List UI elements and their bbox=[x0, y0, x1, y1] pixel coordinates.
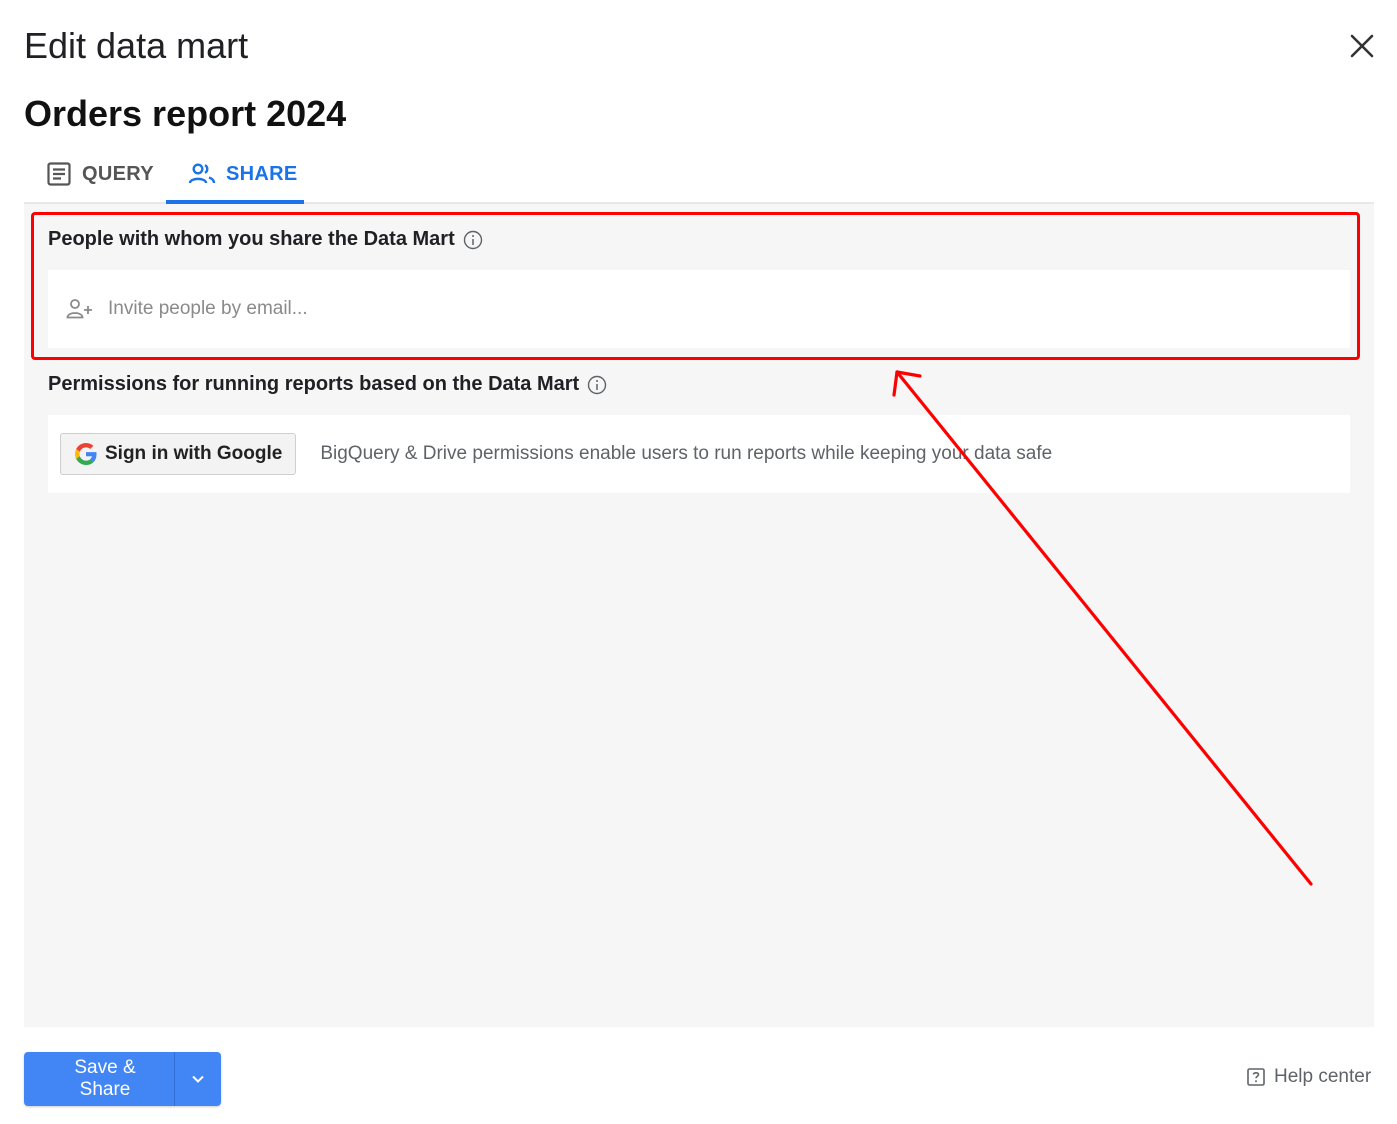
help-center-link[interactable]: Help center bbox=[1246, 1066, 1371, 1088]
sign-in-label: Sign in with Google bbox=[105, 443, 283, 464]
info-icon[interactable] bbox=[463, 230, 483, 250]
chevron-down-icon bbox=[192, 1075, 204, 1083]
info-icon[interactable] bbox=[587, 375, 607, 395]
tab-share[interactable]: SHARE bbox=[166, 148, 304, 204]
tab-share-label: SHARE bbox=[226, 162, 298, 185]
permissions-section-heading: Permissions for running reports based on… bbox=[48, 373, 607, 396]
people-icon bbox=[188, 163, 216, 184]
dialog-title: Edit data mart bbox=[24, 25, 249, 66]
tab-query[interactable]: QUERY bbox=[46, 148, 154, 200]
invite-email-input[interactable] bbox=[106, 297, 1310, 321]
save-and-share-button[interactable]: Save & Share bbox=[24, 1052, 174, 1106]
permissions-row: Sign in with Google BigQuery & Drive per… bbox=[48, 415, 1350, 493]
help-icon bbox=[1247, 1068, 1265, 1086]
close-icon bbox=[1350, 34, 1374, 58]
close-button[interactable] bbox=[1342, 26, 1382, 66]
sign-in-with-google-button[interactable]: Sign in with Google bbox=[60, 433, 297, 475]
share-section-label: People with whom you share the Data Mart bbox=[48, 228, 455, 250]
permissions-description: BigQuery & Drive permissions enable user… bbox=[320, 443, 1053, 464]
permissions-section-label: Permissions for running reports based on… bbox=[48, 373, 580, 395]
tab-bar: QUERY SHARE bbox=[24, 148, 1374, 204]
share-panel: People with whom you share the Data Mart… bbox=[24, 204, 1374, 1027]
data-mart-name: Orders report 2024 bbox=[24, 93, 347, 134]
invite-field[interactable] bbox=[48, 270, 1350, 348]
add-person-icon bbox=[66, 299, 92, 319]
share-section-heading: People with whom you share the Data Mart bbox=[48, 228, 483, 251]
save-options-dropdown-button[interactable] bbox=[174, 1052, 221, 1106]
document-list-icon bbox=[47, 162, 71, 186]
help-center-label: Help center bbox=[1274, 1066, 1372, 1087]
google-logo-icon bbox=[75, 443, 97, 465]
tab-query-label: QUERY bbox=[82, 162, 154, 185]
save-button-group: Save & Share bbox=[24, 1052, 221, 1106]
